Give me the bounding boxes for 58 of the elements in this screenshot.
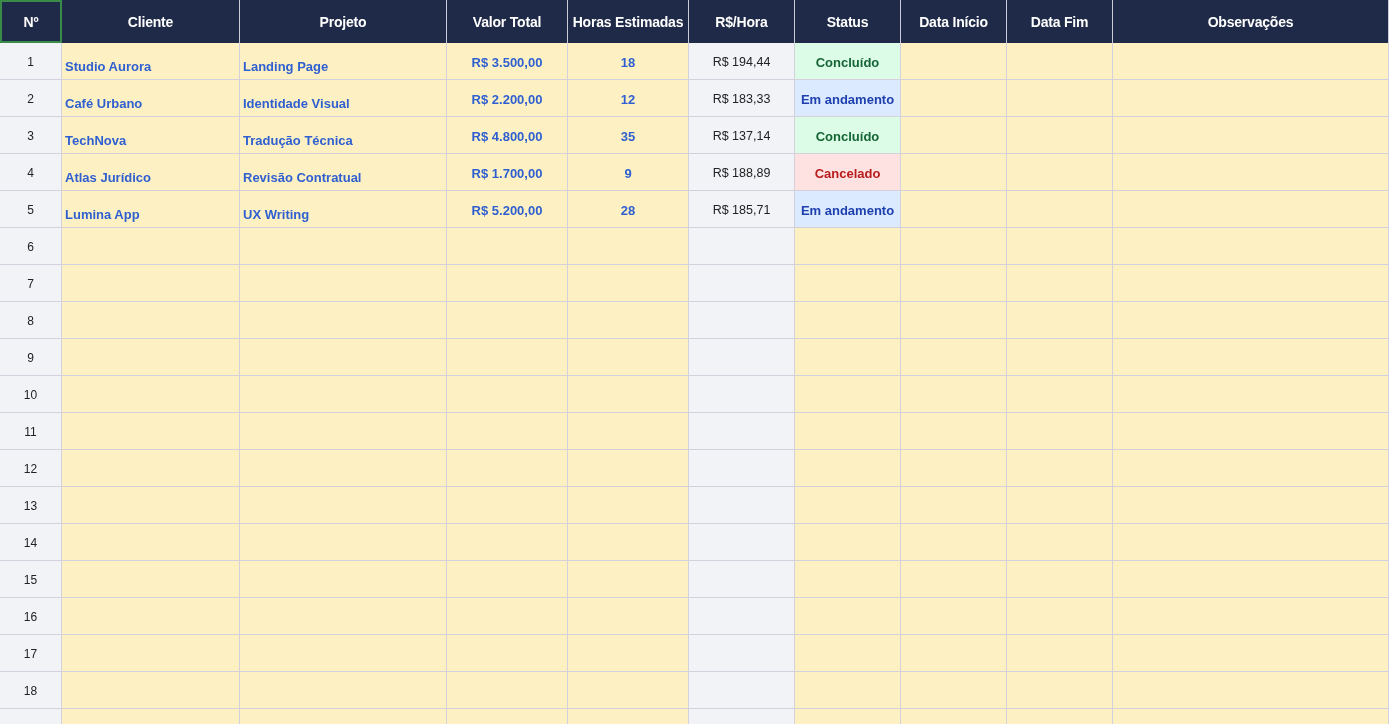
row-number: 16 xyxy=(0,598,62,635)
table-cell: 28 xyxy=(568,191,689,228)
column-header[interactable]: Status xyxy=(795,0,901,43)
status-cell: Cancelado xyxy=(795,154,901,191)
table-cell: Atlas Jurídico xyxy=(62,154,240,191)
column-header[interactable]: Data Fim xyxy=(1007,0,1113,43)
column-header[interactable]: Valor Total xyxy=(447,0,568,43)
column-header[interactable]: Nº xyxy=(0,0,62,43)
table-cell: Tradução Técnica xyxy=(240,117,447,154)
table-cell: 12 xyxy=(568,80,689,117)
row-number: 12 xyxy=(0,450,62,487)
table-cell: Revisão Contratual xyxy=(240,154,447,191)
row-number: 14 xyxy=(0,524,62,561)
table-cell: Studio Aurora xyxy=(62,43,240,80)
table-cell: Landing Page xyxy=(240,43,447,80)
column-header[interactable]: R$/Hora xyxy=(689,0,795,43)
status-cell: Em andamento xyxy=(795,191,901,228)
column-header[interactable]: Projeto xyxy=(240,0,447,43)
row-number: 1 xyxy=(0,43,62,80)
row-number: 2 xyxy=(0,80,62,117)
table-cell: R$ 137,14 xyxy=(689,117,795,154)
table-cell: 9 xyxy=(568,154,689,191)
status-cell: Concluído xyxy=(795,117,901,154)
table-cell: R$ 2.200,00 xyxy=(447,80,568,117)
column-header[interactable]: Cliente xyxy=(62,0,240,43)
row-number: 15 xyxy=(0,561,62,598)
column-header[interactable]: Data Início xyxy=(901,0,1007,43)
table-cell: R$ 183,33 xyxy=(689,80,795,117)
table-cell: R$ 3.500,00 xyxy=(447,43,568,80)
table-cell: UX Writing xyxy=(240,191,447,228)
row-number: 17 xyxy=(0,635,62,672)
row-number: 4 xyxy=(0,154,62,191)
row-number: 8 xyxy=(0,302,62,339)
column-header[interactable]: Horas Estimadas xyxy=(568,0,689,43)
row-number: 7 xyxy=(0,265,62,302)
status-cell: Em andamento xyxy=(795,80,901,117)
table-cell: Lumina App xyxy=(62,191,240,228)
row-number: 10 xyxy=(0,376,62,413)
row-number: 3 xyxy=(0,117,62,154)
table-cell: R$ 185,71 xyxy=(689,191,795,228)
table-cell: TechNova xyxy=(62,117,240,154)
table-cell: Café Urbano xyxy=(62,80,240,117)
row-number: 5 xyxy=(0,191,62,228)
row-number: 13 xyxy=(0,487,62,524)
column-header[interactable]: Observações xyxy=(1113,0,1389,43)
table-cell: R$ 4.800,00 xyxy=(447,117,568,154)
table-cell: Identidade Visual xyxy=(240,80,447,117)
table-cell: R$ 194,44 xyxy=(689,43,795,80)
row-number: 18 xyxy=(0,672,62,709)
row-number: 9 xyxy=(0,339,62,376)
status-cell: Concluído xyxy=(795,43,901,80)
row-number: 6 xyxy=(0,228,62,265)
table-cell: R$ 1.700,00 xyxy=(447,154,568,191)
table-cell: 35 xyxy=(568,117,689,154)
table-cell: R$ 188,89 xyxy=(689,154,795,191)
table-cell: R$ 5.200,00 xyxy=(447,191,568,228)
row-number: 11 xyxy=(0,413,62,450)
table-cell: 18 xyxy=(568,43,689,80)
